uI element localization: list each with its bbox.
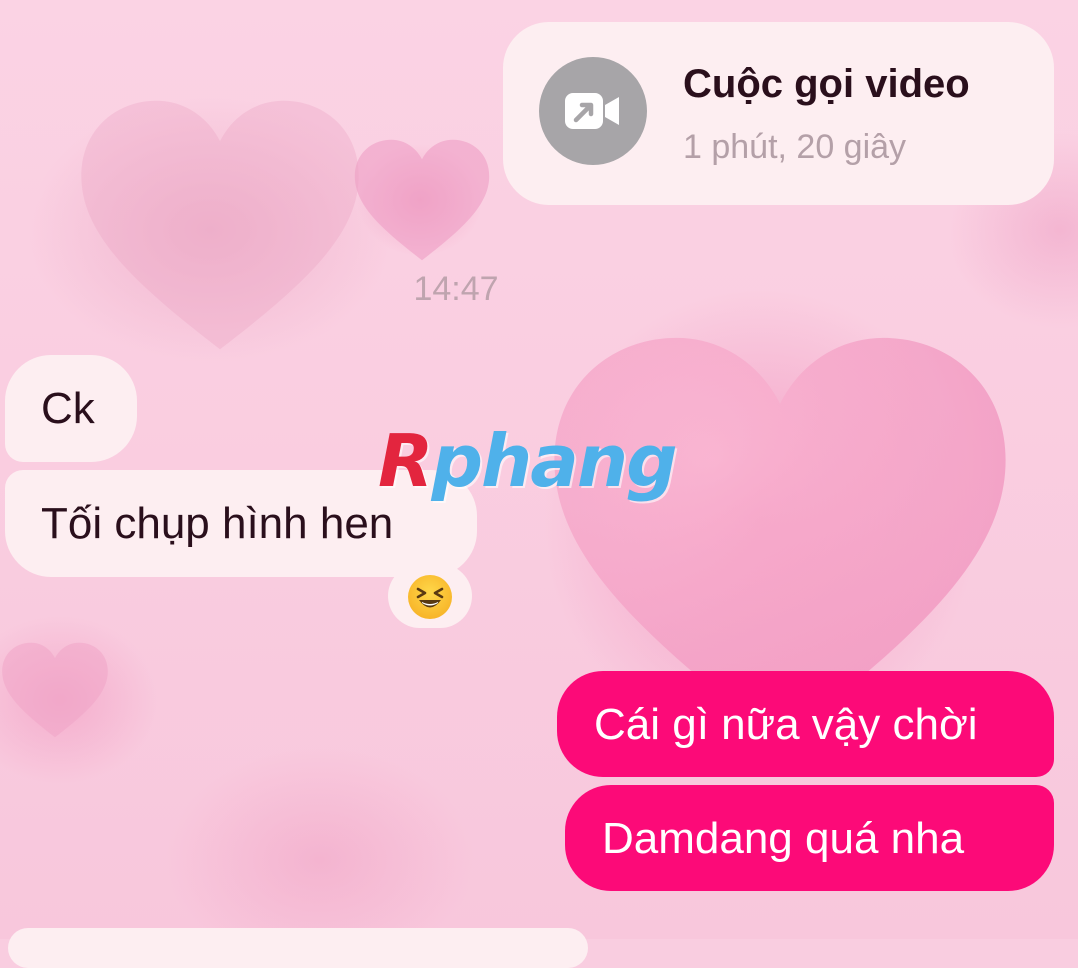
message-reaction[interactable] (388, 564, 472, 628)
call-duration: 1 phút, 20 giây (683, 128, 907, 166)
incoming-message-bubble[interactable]: Ck (5, 355, 137, 462)
outgoing-message-bubble[interactable]: Damdang quá nha (565, 785, 1054, 891)
video-call-card[interactable]: Cuộc gọi video 1 phút, 20 giây (503, 22, 1054, 205)
video-call-icon (539, 57, 647, 165)
partial-incoming-bubble (8, 928, 588, 968)
message-timestamp: 14:47 (413, 270, 499, 308)
call-title: Cuộc gọi video (683, 62, 970, 106)
outgoing-message-bubble[interactable]: Cái gì nữa vậy chời (557, 671, 1054, 777)
laughing-face-emoji-icon (408, 575, 452, 619)
video-camera-icon (565, 93, 619, 129)
watermark-logo: Rphang (378, 419, 678, 503)
